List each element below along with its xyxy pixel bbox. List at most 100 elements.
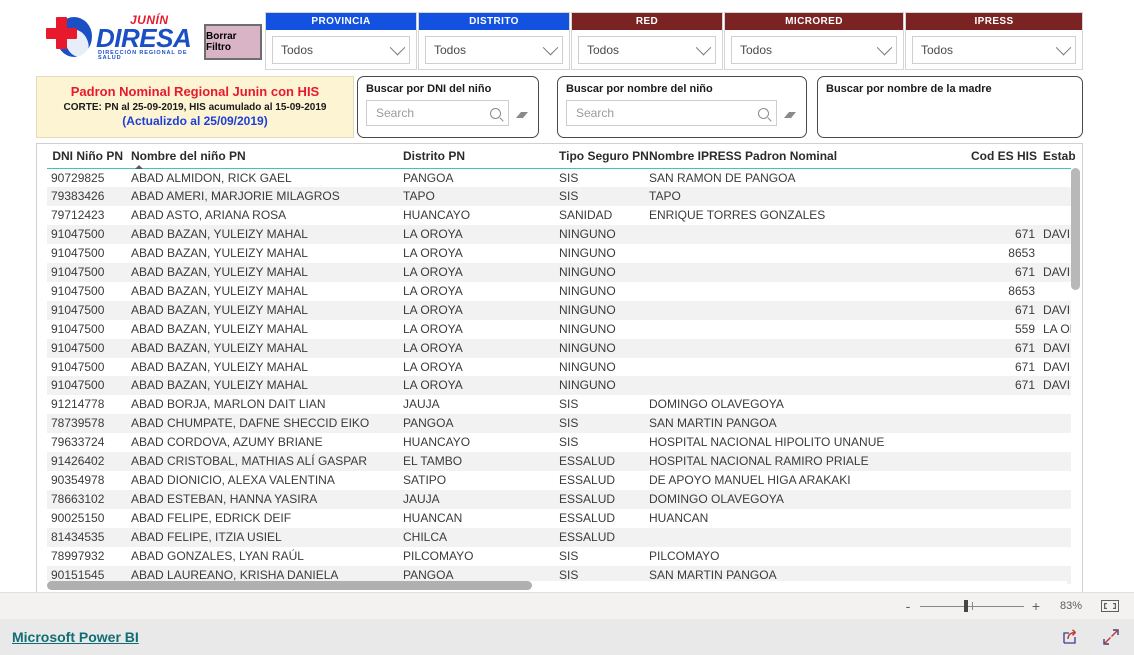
column-header-estab[interactable]: Estab — [1039, 144, 1075, 169]
table-cell: ENRIQUE TORRES GONZALES — [649, 208, 826, 223]
table-row[interactable]: 91047500 ABAD BAZAN, YULEIZY MAHAL LA OROY… — [47, 338, 1075, 358]
table-cell: CHILCA — [399, 527, 555, 547]
table-cell: ABAD FELIPE, EDRICK DEIF — [131, 510, 292, 525]
column-header-nombre-ipress[interactable]: Nombre IPRESS Padron Nominal — [645, 144, 967, 169]
table-row[interactable]: 91047500 ABAD BAZAN, YULEIZY MAHAL LA OROY… — [47, 358, 1075, 377]
table-cell: ABAD CHUMPATE, DAFNE SHECCID EIKO — [127, 414, 399, 434]
table-cell: HUANCAN — [403, 510, 463, 525]
table-cell — [967, 206, 1039, 225]
table-cell: ABAD BAZAN, YULEIZY MAHAL — [131, 321, 308, 336]
table-row[interactable]: 79712423 ABAD ASTO, ARIANA ROSA HUANCAYO SA… — [47, 206, 1075, 225]
table-cell: ABAD ALMIDON, RICK GAEL — [131, 170, 292, 185]
fullscreen-icon[interactable] — [1102, 628, 1120, 646]
table-cell: ABAD BAZAN, YULEIZY MAHAL — [127, 300, 399, 320]
table-cell: LA OROYA — [399, 263, 555, 282]
zoom-slider-thumb[interactable] — [964, 600, 968, 612]
table-row[interactable]: 91426402 ABAD CRISTOBAL, MATHIAS ALÍ GASP… — [47, 452, 1075, 471]
report-cutoff-text: CORTE: PN al 25-09-2019, HIS acumulado a… — [63, 102, 327, 114]
zoom-out-button[interactable]: - — [900, 599, 916, 613]
table-row[interactable]: 91047500 ABAD BAZAN, YULEIZY MAHAL LA OROY… — [47, 320, 1075, 339]
search-nombre-nino-input[interactable]: Search — [566, 100, 777, 126]
clear-filter-button[interactable]: Borrar Filtro — [204, 24, 262, 60]
table-cell: TAPO — [645, 187, 967, 207]
zoom-slider[interactable] — [920, 599, 1024, 613]
table-cell: NINGUNO — [555, 338, 645, 358]
table-row[interactable]: 79633724 ABAD CORDOVA, AZUMY BRIANE HUANCA… — [47, 433, 1075, 452]
slicer-provincia-dropdown[interactable]: Todos — [272, 36, 410, 64]
table-cell — [1039, 395, 1075, 414]
table-cell: ABAD ASTO, ARIANA ROSA — [131, 208, 287, 223]
table-cell: SIS — [555, 187, 645, 207]
table-row[interactable]: 90729825 ABAD ALMIDON, RICK GAEL PANGOA SIS… — [47, 168, 1075, 187]
slicer-microred[interactable]: MICRORED Todos — [724, 12, 904, 70]
table-cell: ABAD GONZALES, LYAN RAÚL — [131, 548, 304, 563]
slicer-red[interactable]: RED Todos — [571, 12, 723, 70]
table-row[interactable]: 78997932 ABAD GONZALES, LYAN RAÚL PILCOMAY… — [47, 547, 1075, 566]
table-vertical-scroll-thumb[interactable] — [1071, 168, 1080, 290]
table-cell: 90354978 — [51, 473, 105, 487]
search-dni-input[interactable]: Search — [366, 100, 509, 126]
table-cell: NINGUNO — [559, 359, 616, 374]
table-cell: DOMINGO OLAVEGOYA — [649, 397, 784, 412]
chevron-down-icon — [1055, 39, 1072, 55]
search-card-nombre-madre[interactable]: Buscar por nombre de la madre — [817, 76, 1083, 138]
column-header-nombre-nino[interactable]: Nombre del niño PN — [127, 144, 399, 169]
slicer-provincia[interactable]: PROVINCIA Todos — [265, 12, 417, 70]
table-cell — [967, 509, 1039, 528]
microsoft-power-bi-link[interactable]: Microsoft Power BI — [12, 629, 139, 645]
table-cell: LA OROYA — [403, 359, 463, 374]
table-row[interactable]: 90354978 ABAD DIONICIO, ALEXA VALENTINA SA… — [47, 471, 1075, 490]
share-icon[interactable] — [1062, 628, 1080, 646]
table-cell: SAN MARTIN PANGOA — [645, 414, 967, 434]
slicer-microred-dropdown[interactable]: Todos — [731, 36, 897, 64]
table-horizontal-scrollbar[interactable] — [47, 581, 1067, 590]
table-row[interactable]: 91047500 ABAD BAZAN, YULEIZY MAHAL LA OROY… — [47, 376, 1075, 396]
padron-nominal-table[interactable]: DNI Niño PN Nombre del niño PN Distrito … — [36, 143, 1083, 593]
table-cell: ESSALUD — [559, 510, 616, 525]
table-cell — [645, 282, 967, 301]
table-cell — [645, 338, 967, 358]
table-row[interactable]: 91047500 ABAD BAZAN, YULEIZY MAHAL LA OROY… — [47, 244, 1075, 263]
table-vertical-scrollbar[interactable] — [1071, 168, 1080, 588]
table-body: 90729825 ABAD ALMIDON, RICK GAEL PANGOA SIS… — [47, 168, 1075, 585]
column-header-dni-nino[interactable]: DNI Niño PN — [47, 144, 127, 169]
table-cell: ABAD BAZAN, YULEIZY MAHAL — [127, 225, 399, 245]
table-row[interactable]: 91047500 ABAD BAZAN, YULEIZY MAHAL LA OROY… — [47, 282, 1075, 301]
table-cell: SIS — [559, 397, 579, 412]
table-cell: ABAD BAZAN, YULEIZY MAHAL — [131, 359, 308, 374]
table-cell: 671 — [967, 225, 1039, 245]
table-horizontal-scroll-thumb[interactable] — [47, 581, 532, 590]
table-row[interactable]: 91047500 ABAD BAZAN, YULEIZY MAHAL LA OROY… — [47, 300, 1075, 320]
logo-diresa-text: DIRESA — [96, 23, 192, 54]
slicer-distrito[interactable]: DISTRITO Todos — [418, 12, 570, 70]
clear-search-dni-icon[interactable] — [515, 108, 530, 119]
slicer-red-dropdown[interactable]: Todos — [578, 36, 716, 64]
slicer-ipress-dropdown[interactable]: Todos — [912, 36, 1076, 64]
zoom-in-button[interactable]: + — [1028, 599, 1044, 613]
clear-search-nombre-nino-icon[interactable] — [783, 108, 798, 119]
table-row[interactable]: 78663102 ABAD ESTEBAN, HANNA YASIRA JAUJA E… — [47, 489, 1075, 509]
search-nombre-nino-placeholder: Search — [576, 106, 615, 120]
column-header-cod-es-his[interactable]: Cod ES HIS — [967, 144, 1039, 169]
table-row[interactable]: 91214778 ABAD BORJA, MARLON DAIT LIAN JAUJ… — [47, 395, 1075, 414]
column-header-tipo-seguro[interactable]: Tipo Seguro PN — [555, 144, 649, 169]
slicer-provincia-title: PROVINCIA — [266, 13, 416, 30]
table-cell: NINGUNO — [559, 246, 616, 261]
fit-to-page-icon[interactable] — [1100, 599, 1120, 613]
table-row[interactable]: 91047500 ABAD BAZAN, YULEIZY MAHAL LA OROY… — [47, 225, 1075, 245]
table-cell: SANIDAD — [559, 208, 613, 223]
table-row[interactable]: 91047500 ABAD BAZAN, YULEIZY MAHAL LA OROY… — [47, 263, 1075, 282]
slicer-distrito-dropdown[interactable]: Todos — [425, 36, 563, 64]
table-row[interactable]: 78739578 ABAD CHUMPATE, DAFNE SHECCID EIK… — [47, 414, 1075, 434]
table-cell — [645, 376, 967, 396]
table-cell — [645, 225, 967, 245]
sort-ascending-icon — [135, 164, 143, 169]
search-card-nombre-nino: Buscar por nombre del niño Search — [557, 76, 807, 138]
column-header-distrito[interactable]: Distrito PN — [399, 144, 555, 169]
slicer-ipress[interactable]: IPRESS Todos — [905, 12, 1083, 70]
table-cell: PANGOA — [403, 170, 454, 185]
table-row[interactable]: 81434535 ABAD FELIPE, ITZIA USIEL CHILCA ES… — [47, 527, 1075, 547]
table-cell: 91214778 — [51, 397, 105, 412]
table-row[interactable]: 79383426 ABAD AMERI, MARJORIE MILAGROS TAP… — [47, 187, 1075, 207]
table-row[interactable]: 90025150 ABAD FELIPE, EDRICK DEIF HUANCAN E… — [47, 509, 1075, 528]
